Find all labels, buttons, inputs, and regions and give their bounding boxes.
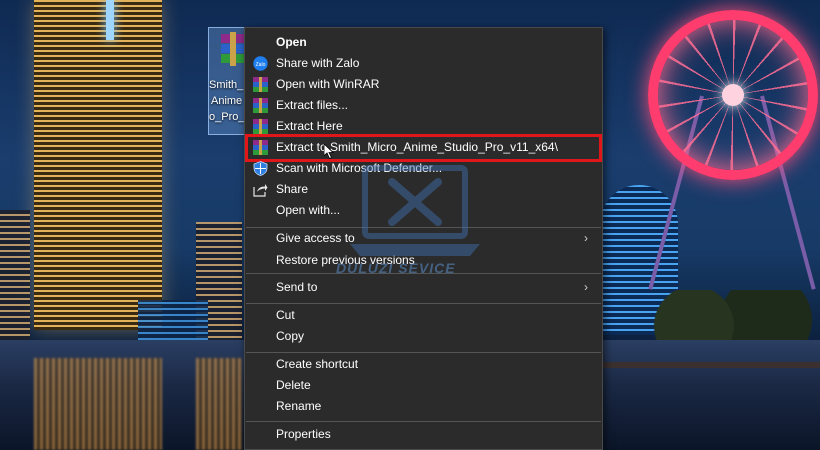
winrar-icon	[253, 98, 268, 113]
menu-item-label: Properties	[276, 427, 331, 441]
menu-item-label: Open with WinRAR	[276, 77, 380, 91]
submenu-arrow-icon: ›	[584, 280, 588, 294]
menu-item-label: Rename	[276, 399, 322, 413]
wallpaper-promenade	[600, 362, 820, 368]
menu-item-open-with-winrar[interactable]: Open with WinRAR	[245, 74, 602, 95]
desktop-file-name: Smith_ Anime o_Pro_	[209, 79, 245, 123]
menu-item-label: Copy	[276, 329, 305, 343]
menu-item-label: Share	[276, 182, 309, 196]
menu-item-label: Share with Zalo	[276, 56, 360, 70]
menu-item-label: Open	[276, 35, 307, 49]
menu-item-label: Create shortcut	[276, 357, 359, 371]
defender-shield-icon	[253, 161, 268, 176]
menu-item-copy[interactable]: Copy	[245, 326, 602, 347]
wallpaper-landmark-tower	[34, 0, 162, 330]
winrar-archive-icon	[221, 32, 245, 66]
winrar-icon	[253, 119, 268, 134]
menu-item-label: Delete	[276, 378, 311, 392]
desktop-file-icon[interactable]: Smith_ Anime o_Pro_	[208, 27, 248, 135]
svg-text:Zalo: Zalo	[256, 62, 266, 68]
menu-separator	[246, 303, 601, 304]
menu-item-label: Extract files...	[276, 98, 349, 112]
menu-item-rename[interactable]: Rename	[245, 396, 602, 417]
menu-item-cut[interactable]: Cut	[245, 305, 602, 326]
wallpaper-wheel-hub	[722, 84, 744, 106]
share-icon	[253, 184, 268, 197]
menu-item-delete[interactable]: Delete	[245, 375, 602, 396]
menu-item-label: Extract Here	[276, 119, 343, 133]
menu-item-create-shortcut[interactable]: Create shortcut	[245, 354, 602, 375]
menu-item-share-with-zalo[interactable]: Zalo Share with Zalo	[245, 53, 602, 74]
menu-separator	[246, 421, 601, 422]
menu-separator	[246, 352, 601, 353]
wallpaper-reflection	[34, 358, 162, 450]
winrar-icon	[253, 77, 268, 92]
menu-item-label: Send to	[276, 280, 318, 294]
menu-item-extract-files[interactable]: Extract files...	[245, 95, 602, 116]
mouse-cursor-icon	[324, 144, 334, 159]
wallpaper-reflection	[196, 358, 242, 450]
watermark-text: DULUZI SEVICE	[336, 260, 456, 276]
menu-item-properties[interactable]: Properties	[245, 424, 602, 445]
submenu-arrow-icon: ›	[584, 231, 588, 245]
wallpaper-building	[0, 210, 30, 340]
zalo-icon: Zalo	[253, 56, 268, 71]
menu-item-open[interactable]: Open	[245, 32, 602, 53]
menu-item-label: Cut	[276, 308, 295, 322]
wallpaper-tower-spire	[106, 0, 114, 40]
menu-item-send-to[interactable]: Send to ›	[245, 277, 602, 298]
